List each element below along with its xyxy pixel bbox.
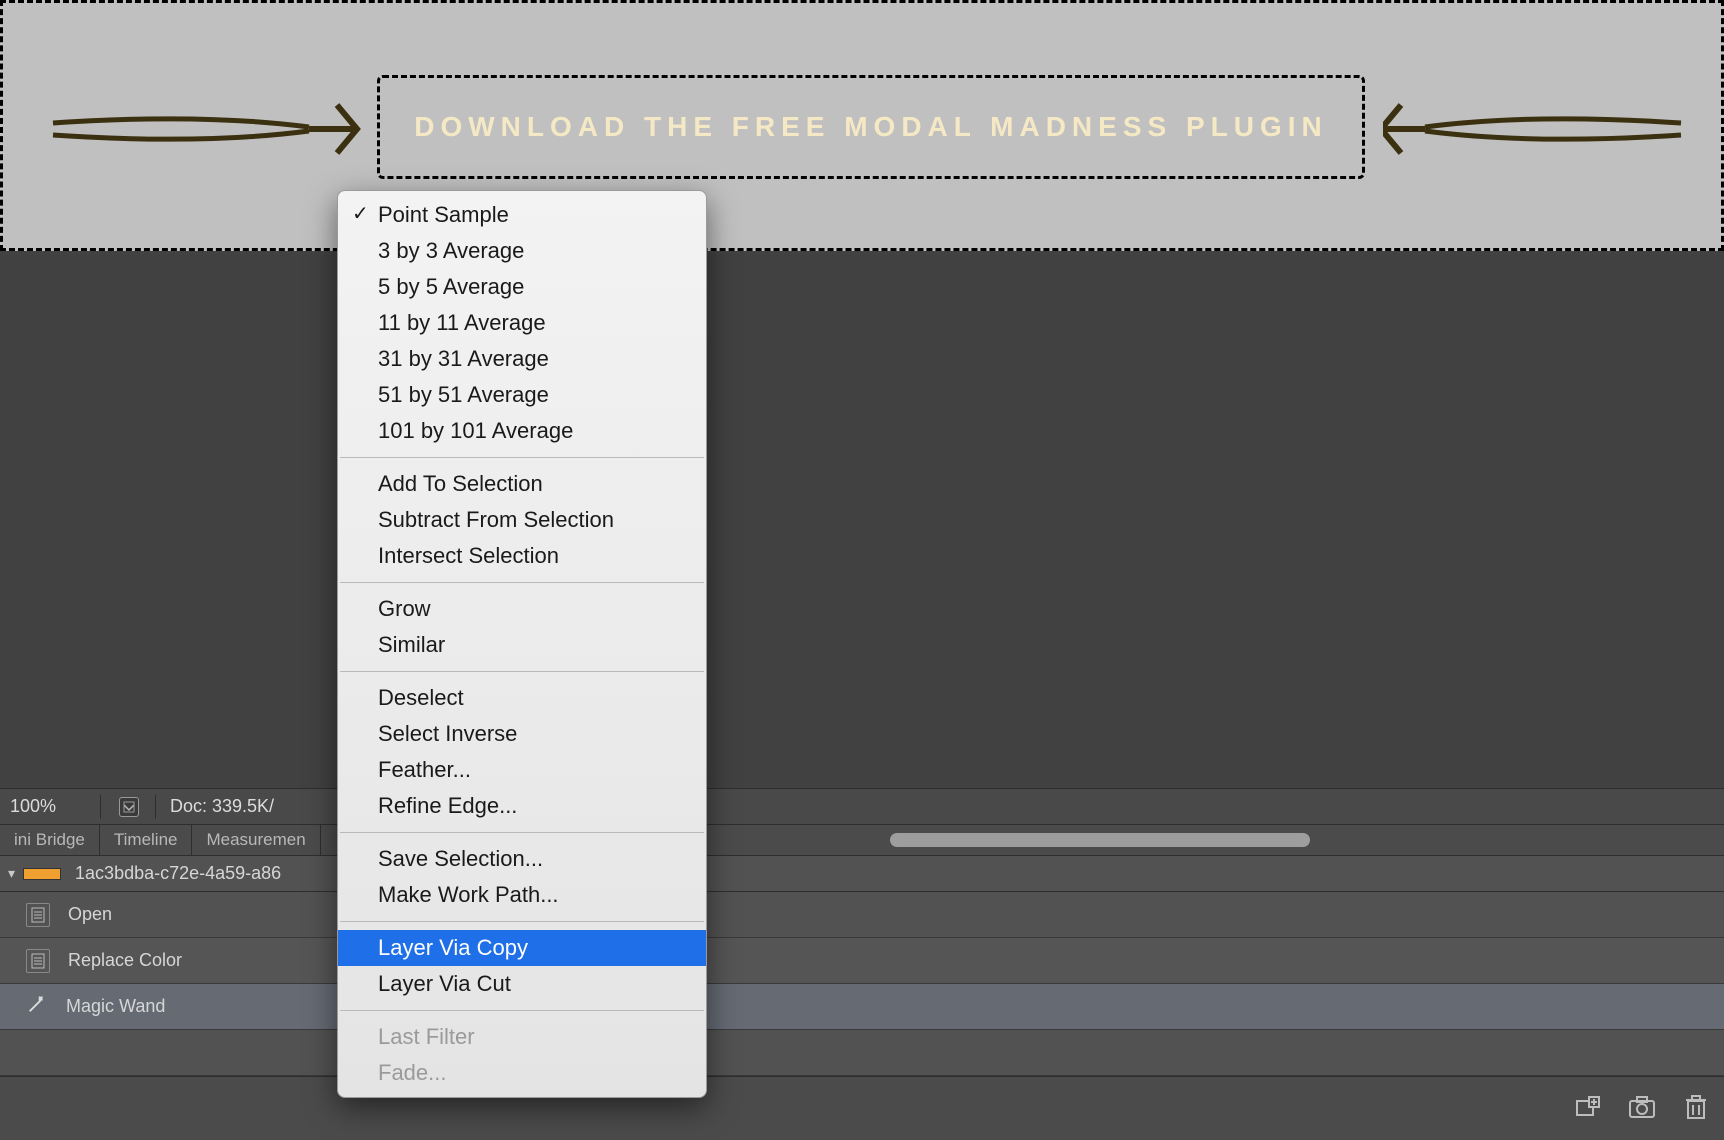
menu-item-3-by-3-average[interactable]: 3 by 3 Average	[338, 233, 706, 269]
menu-item-point-sample[interactable]: Point Sample	[338, 197, 706, 233]
history-step-label: Replace Color	[68, 950, 182, 971]
separator	[100, 795, 101, 819]
menu-separator	[340, 1010, 704, 1011]
menu-item-deselect[interactable]: Deselect	[338, 680, 706, 716]
menu-separator	[340, 671, 704, 672]
arrow-right-icon	[1383, 95, 1683, 167]
history-step-magic-wand[interactable]: Magic Wand	[0, 984, 1724, 1030]
expand-icon[interactable]	[119, 797, 139, 817]
menu-item-layer-via-copy[interactable]: Layer Via Copy	[338, 930, 706, 966]
arrow-left-icon	[51, 95, 361, 167]
history-step-label: Magic Wand	[66, 996, 165, 1017]
history-step-open[interactable]: Open	[0, 892, 1724, 938]
horizontal-scrollbar-thumb[interactable]	[890, 833, 1310, 847]
tab-label: Measuremen	[206, 830, 305, 850]
document-canvas[interactable]	[0, 254, 1724, 808]
menu-separator	[340, 457, 704, 458]
menu-item-11-by-11-average[interactable]: 11 by 11 Average	[338, 305, 706, 341]
menu-item-make-work-path[interactable]: Make Work Path...	[338, 877, 706, 913]
menu-item-grow[interactable]: Grow	[338, 591, 706, 627]
download-plugin-button[interactable]: DOWNLOAD THE FREE MODAL MADNESS PLUGIN	[377, 75, 1365, 179]
menu-item-101-by-101-average[interactable]: 101 by 101 Average	[338, 413, 706, 449]
menu-separator	[340, 921, 704, 922]
tab-label: Timeline	[114, 830, 178, 850]
tab-measurement[interactable]: Measuremen	[192, 824, 320, 856]
zoom-level[interactable]: 100%	[10, 796, 94, 817]
bottom-toolbar	[0, 1076, 1724, 1140]
menu-item-31-by-31-average[interactable]: 31 by 31 Average	[338, 341, 706, 377]
context-menu[interactable]: Point Sample3 by 3 Average5 by 5 Average…	[337, 190, 707, 1098]
history-file-name: 1ac3bdba-c72e-4a59-a86	[75, 863, 281, 884]
history-step-replace-color[interactable]: Replace Color	[0, 938, 1724, 984]
separator	[155, 795, 156, 819]
tab-label: ini Bridge	[14, 830, 85, 850]
camera-icon[interactable]	[1628, 1095, 1656, 1119]
menu-item-select-inverse[interactable]: Select Inverse	[338, 716, 706, 752]
history-step-label: Open	[68, 904, 112, 925]
history-header-row[interactable]: ▾ 1ac3bdba-c72e-4a59-a86	[0, 856, 1724, 892]
doc-size-label: Doc: 339.5K/	[170, 796, 274, 817]
menu-item-subtract-from-selection[interactable]: Subtract From Selection	[338, 502, 706, 538]
menu-item-fade: Fade...	[338, 1055, 706, 1091]
menu-item-feather[interactable]: Feather...	[338, 752, 706, 788]
document-icon	[26, 903, 50, 927]
menu-separator	[340, 582, 704, 583]
app-root: DOWNLOAD THE FREE MODAL MADNESS PLUGIN 1…	[0, 0, 1724, 1140]
tab-timeline[interactable]: Timeline	[100, 824, 193, 856]
banner-area: DOWNLOAD THE FREE MODAL MADNESS PLUGIN	[0, 0, 1724, 251]
status-bar: 100% Doc: 339.5K/	[0, 788, 1724, 824]
chevron-down-icon: ▾	[8, 865, 15, 882]
new-snapshot-icon[interactable]	[1574, 1095, 1602, 1119]
tab-mini-bridge[interactable]: ini Bridge	[0, 824, 100, 856]
menu-item-save-selection[interactable]: Save Selection...	[338, 841, 706, 877]
trash-icon[interactable]	[1682, 1095, 1710, 1119]
menu-item-51-by-51-average[interactable]: 51 by 51 Average	[338, 377, 706, 413]
history-swatch-icon	[23, 868, 61, 880]
menu-item-add-to-selection[interactable]: Add To Selection	[338, 466, 706, 502]
download-plugin-label: DOWNLOAD THE FREE MODAL MADNESS PLUGIN	[414, 111, 1327, 143]
menu-item-similar[interactable]: Similar	[338, 627, 706, 663]
menu-item-intersect-selection[interactable]: Intersect Selection	[338, 538, 706, 574]
panel-tabs: ini Bridge Timeline Measuremen	[0, 824, 1724, 856]
menu-item-last-filter: Last Filter	[338, 1019, 706, 1055]
document-icon	[26, 949, 50, 973]
menu-item-refine-edge[interactable]: Refine Edge...	[338, 788, 706, 824]
menu-item-layer-via-cut[interactable]: Layer Via Cut	[338, 966, 706, 1002]
menu-item-5-by-5-average[interactable]: 5 by 5 Average	[338, 269, 706, 305]
menu-separator	[340, 832, 704, 833]
history-steps: Open Replace Color Magic Wand	[0, 892, 1724, 1076]
magic-wand-icon	[26, 993, 48, 1020]
history-step-empty	[0, 1030, 1724, 1076]
